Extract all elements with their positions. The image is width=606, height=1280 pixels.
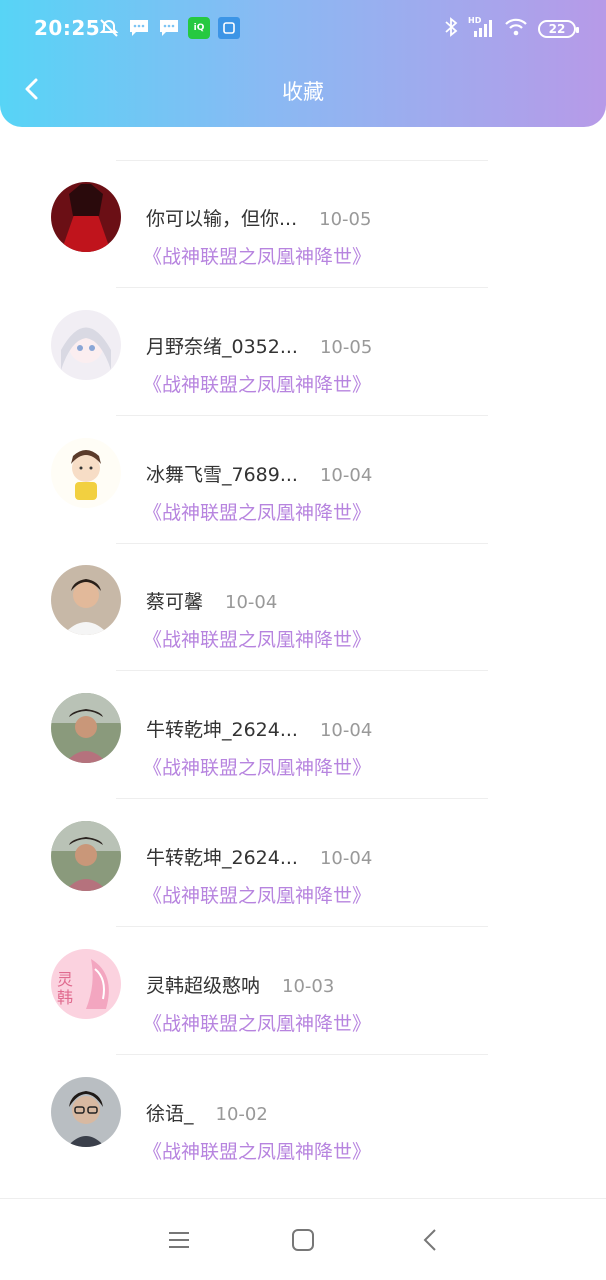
system-back-button[interactable] [418, 1227, 444, 1253]
user-name[interactable]: 牛转乾坤_2624... [146, 843, 298, 870]
list-item[interactable]: 徐语_ 10-02 《战神联盟之凤凰神降世》 [0, 1055, 606, 1183]
book-title-link[interactable]: 《战神联盟之凤凰神降世》 [143, 753, 371, 780]
avatar[interactable] [51, 565, 121, 636]
user-name[interactable]: 月野奈绪_0352... [146, 332, 298, 359]
message-icon [158, 17, 180, 39]
item-header: 你可以输，但你... 10-05 [146, 204, 371, 231]
list-item[interactable]: 冰舞飞雪_7689... 10-04 《战神联盟之凤凰神降世》 [0, 416, 606, 544]
book-title-link[interactable]: 《战神联盟之凤凰神降世》 [143, 1009, 371, 1036]
item-header: 牛转乾坤_2624... 10-04 [146, 843, 372, 870]
avatar[interactable]: 灵韩 [51, 948, 121, 1019]
avatar[interactable] [51, 1076, 121, 1147]
item-header: 牛转乾坤_2624... 10-04 [146, 715, 372, 742]
item-header: 冰舞飞雪_7689... 10-04 [146, 460, 372, 487]
battery-icon: 22 [538, 20, 579, 38]
menu-button[interactable] [166, 1227, 192, 1253]
app-header: 20:25 iQ HD 22 收藏 [0, 0, 606, 127]
user-name[interactable]: 你可以输，但你... [146, 204, 297, 231]
back-triangle-icon [423, 1229, 436, 1251]
item-header: 徐语_ 10-02 [146, 1099, 268, 1126]
item-date: 10-04 [319, 720, 373, 742]
book-title-link[interactable]: 《战神联盟之凤凰神降世》 [143, 242, 371, 269]
home-square-icon [292, 1229, 314, 1251]
menu-icon [169, 1232, 189, 1248]
home-button[interactable] [290, 1227, 316, 1253]
avatar[interactable] [51, 182, 121, 252]
status-right-icons: HD 22 [444, 16, 579, 41]
page-title: 收藏 [282, 80, 324, 104]
user-name[interactable]: 灵韩超级憨呐 [146, 971, 260, 998]
list-item[interactable]: 灵韩 灵韩超级憨呐 10-03 《战神联盟之凤凰神降世》 [0, 927, 606, 1055]
alarm-off-icon [98, 17, 120, 39]
list-item[interactable]: 月野奈绪_0352... 10-05 《战神联盟之凤凰神降世》 [0, 288, 606, 416]
list-item[interactable]: 你可以输，但你... 10-05 《战神联盟之凤凰神降世》 [0, 160, 606, 288]
bluetooth-icon [444, 17, 458, 41]
signal-icon: HD [468, 16, 494, 39]
book-title-link[interactable]: 《战神联盟之凤凰神降世》 [143, 1137, 371, 1164]
book-title-link[interactable]: 《战神联盟之凤凰神降世》 [143, 881, 371, 908]
item-date: 10-04 [319, 464, 373, 486]
user-name[interactable]: 冰舞飞雪_7689... [146, 460, 298, 487]
message-icon [128, 17, 150, 39]
item-date: 10-04 [225, 592, 278, 614]
nav-bar: 收藏 [0, 62, 606, 120]
item-date: 10-05 [319, 336, 373, 358]
avatar[interactable] [51, 821, 121, 891]
list-item[interactable]: 蔡可馨 10-04 《战神联盟之凤凰神降世》 [0, 543, 606, 672]
user-name[interactable]: 牛转乾坤_2624... [146, 715, 298, 742]
item-header: 灵韩超级憨呐 10-03 [146, 971, 334, 998]
wifi-icon [504, 17, 528, 41]
status-time: 20:25 [34, 16, 101, 40]
user-name[interactable]: 蔡可馨 [146, 587, 203, 614]
item-date: 10-02 [215, 1103, 268, 1125]
list-item[interactable]: 牛转乾坤_2624... 10-04 《战神联盟之凤凰神降世》 [0, 671, 606, 800]
book-title-link[interactable]: 《战神联盟之凤凰神降世》 [143, 370, 371, 397]
iqiyi-icon: iQ [188, 17, 210, 39]
book-title-link[interactable]: 《战神联盟之凤凰神降世》 [143, 498, 371, 525]
item-date: 10-03 [282, 975, 335, 997]
user-name[interactable]: 徐语_ [146, 1099, 194, 1126]
status-bar: 20:25 iQ HD 22 [0, 0, 606, 60]
app-icon [218, 17, 240, 39]
avatar[interactable] [51, 309, 121, 380]
status-left-icons: iQ [98, 17, 240, 39]
item-header: 月野奈绪_0352... 10-05 [146, 332, 372, 359]
book-title-link[interactable]: 《战神联盟之凤凰神降世》 [143, 625, 371, 652]
avatar[interactable] [51, 693, 121, 764]
item-date: 10-05 [319, 209, 372, 230]
system-nav-bar [0, 1198, 606, 1280]
list-item[interactable]: 牛转乾坤_2624... 10-04 《战神联盟之凤凰神降世》 [0, 799, 606, 927]
item-header: 蔡可馨 10-04 [146, 587, 277, 614]
avatar-text: 灵韩 [57, 969, 74, 1007]
item-date: 10-04 [319, 848, 373, 869]
battery-level: 22 [548, 22, 566, 36]
avatar[interactable] [51, 437, 121, 508]
